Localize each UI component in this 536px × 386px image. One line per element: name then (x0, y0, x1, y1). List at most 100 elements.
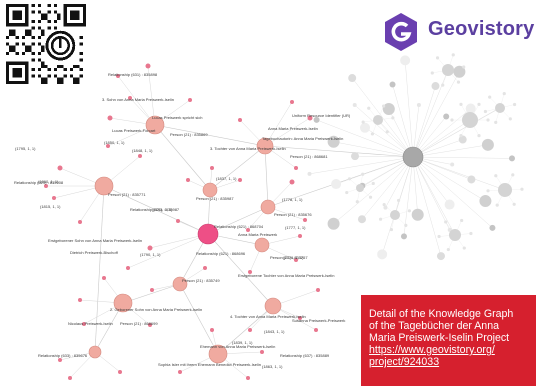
graph-leaf-node[interactable] (290, 100, 294, 104)
graph-leaf-node[interactable] (57, 165, 63, 171)
graph-faded-node[interactable] (489, 224, 496, 231)
graph-faded-node[interactable] (378, 217, 383, 221)
graph-leaf-node[interactable] (147, 245, 153, 251)
graph-leaf-node[interactable] (260, 350, 264, 354)
graph-faded-node[interactable] (444, 199, 455, 210)
graph-faded-node[interactable] (467, 175, 476, 184)
graph-faded-node[interactable] (385, 130, 389, 134)
graph-faded-node[interactable] (370, 132, 375, 136)
graph-faded-node[interactable] (389, 81, 396, 88)
graph-faded-node[interactable] (444, 220, 448, 224)
graph-faded-node[interactable] (450, 118, 454, 122)
graph-faded-node[interactable] (442, 64, 454, 76)
graph-faded-node[interactable] (486, 189, 490, 193)
graph-faded-node[interactable] (441, 83, 445, 87)
graph-faded-node[interactable] (450, 162, 455, 167)
graph-leaf-node[interactable] (107, 115, 113, 121)
graph-faded-node[interactable] (431, 82, 440, 91)
graph-leaf-node[interactable] (126, 266, 130, 270)
graph-leaf-node[interactable] (238, 118, 242, 122)
graph-leaf-node[interactable] (78, 220, 82, 224)
graph-faded-node[interactable] (508, 117, 512, 121)
geovistory-logo[interactable]: Geovistory (382, 10, 534, 54)
graph-faded-node[interactable] (495, 103, 505, 113)
graph-faded-node[interactable] (462, 112, 478, 128)
graph-leaf-node[interactable] (68, 376, 72, 380)
graph-faded-node[interactable] (512, 102, 517, 107)
graph-faded-node[interactable] (367, 106, 371, 110)
graph-leaf-node[interactable] (238, 178, 242, 182)
graph-leaf-node[interactable] (145, 63, 151, 69)
graph-faded-node[interactable] (416, 103, 421, 108)
graph-faded-node[interactable] (430, 71, 434, 75)
graph-faded-node[interactable] (383, 205, 388, 210)
graph-faded-node[interactable] (460, 218, 464, 223)
graph-leaf-node[interactable] (314, 328, 318, 332)
graph-leaf-node[interactable] (118, 370, 122, 374)
graph-faded-node[interactable] (477, 102, 481, 107)
graph-faded-node[interactable] (494, 174, 498, 178)
graph-leaf-node[interactable] (188, 98, 192, 102)
graph-faded-node[interactable] (469, 231, 473, 236)
graph-faded-node[interactable] (411, 208, 424, 221)
graph-faded-node[interactable] (391, 116, 395, 120)
graph-faded-node[interactable] (377, 249, 388, 260)
graph-faded-node[interactable] (373, 115, 383, 125)
graph-leaf-node[interactable] (210, 166, 214, 170)
graph-faded-node[interactable] (488, 95, 492, 99)
graph-faded-node[interactable] (404, 223, 408, 227)
graph-faded-node[interactable] (508, 155, 515, 162)
graph-faded-node[interactable] (494, 120, 498, 124)
graph-faded-node[interactable] (371, 181, 375, 186)
graph-node[interactable] (88, 345, 102, 359)
graph-faded-node[interactable] (498, 183, 512, 197)
graph-leaf-node[interactable] (203, 266, 207, 270)
graph-leaf-node[interactable] (150, 288, 154, 292)
graph-faded-node[interactable] (495, 203, 499, 207)
graph-faded-node[interactable] (511, 173, 515, 177)
graph-leaf-node[interactable] (58, 358, 62, 362)
graph-leaf-node[interactable] (186, 178, 190, 182)
graph-faded-node[interactable] (347, 177, 352, 181)
graph-faded-node[interactable] (357, 215, 366, 224)
graph-leaf-node[interactable] (248, 328, 252, 332)
graph-leaf-node[interactable] (176, 219, 180, 223)
graph-hub-node[interactable] (402, 146, 424, 168)
graph-faded-node[interactable] (345, 190, 349, 195)
graph-leaf-node[interactable] (102, 276, 106, 280)
graph-faded-node[interactable] (449, 229, 461, 241)
graph-leaf-node[interactable] (298, 234, 302, 238)
graph-faded-node[interactable] (368, 195, 373, 199)
graph-faded-node[interactable] (351, 152, 360, 161)
graph-leaf-node[interactable] (178, 370, 182, 374)
graph-faded-node[interactable] (356, 184, 364, 192)
graph-faded-node[interactable] (361, 120, 365, 124)
graph-faded-node[interactable] (327, 217, 340, 230)
graph-node[interactable] (264, 297, 282, 315)
graph-leaf-node[interactable] (289, 179, 295, 185)
graph-node[interactable] (260, 199, 276, 215)
graph-leaf-node[interactable] (294, 166, 298, 170)
graph-faded-node[interactable] (477, 133, 481, 138)
graph-faded-node[interactable] (400, 55, 411, 66)
graph-node[interactable] (202, 182, 218, 198)
graph-faded-node[interactable] (502, 92, 506, 96)
graph-faded-node[interactable] (359, 122, 370, 133)
graph-faded-node[interactable] (390, 210, 400, 220)
graph-faded-node[interactable] (462, 65, 466, 69)
graph-leaf-node[interactable] (138, 154, 142, 158)
graph-leaf-node[interactable] (52, 196, 56, 200)
graph-faded-node[interactable] (512, 202, 516, 206)
graph-faded-node[interactable] (483, 109, 488, 114)
graph-leaf-node[interactable] (210, 328, 214, 332)
graph-faded-node[interactable] (381, 104, 386, 108)
graph-faded-node[interactable] (307, 171, 312, 176)
project-link-part-1[interactable]: https://www.geovistory.org/ (369, 344, 530, 356)
graph-node[interactable] (254, 237, 270, 253)
graph-leaf-node[interactable] (303, 218, 307, 222)
graph-faded-node[interactable] (456, 80, 461, 84)
graph-leaf-node[interactable] (316, 288, 320, 292)
graph-faded-node[interactable] (446, 247, 450, 252)
graph-faded-node[interactable] (479, 195, 492, 208)
graph-faded-node[interactable] (352, 102, 357, 107)
